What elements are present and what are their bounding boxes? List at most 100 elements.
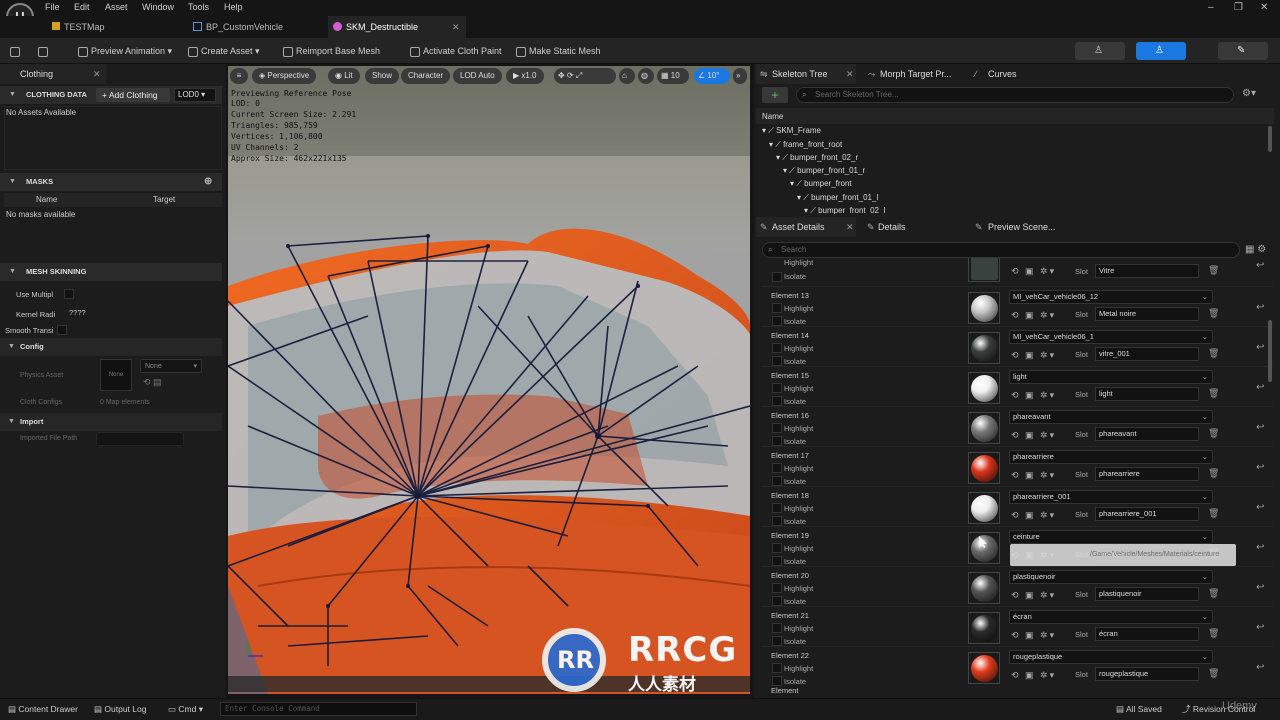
- isolate-checkbox[interactable]: [772, 316, 782, 326]
- trash-icon[interactable]: 🗑: [1208, 588, 1219, 599]
- slot-name-input[interactable]: écran: [1095, 627, 1199, 641]
- isolate-checkbox[interactable]: [772, 676, 782, 686]
- lod-auto-button[interactable]: LOD Auto: [453, 68, 502, 84]
- highlight-checkbox[interactable]: [772, 423, 782, 433]
- browse-asset-icon[interactable]: ⟲ ▤: [143, 377, 162, 388]
- create-asset-button[interactable]: Create Asset ▾: [188, 38, 260, 64]
- trash-icon[interactable]: 🗑: [1208, 668, 1219, 679]
- material-dropdown[interactable]: rougeplastique ⌄: [1009, 650, 1213, 664]
- tab-curves[interactable]: ⁄ Curves: [972, 64, 1052, 84]
- reset-icon[interactable]: ↩: [1256, 302, 1264, 313]
- material-dropdown[interactable]: écran ⌄: [1009, 610, 1213, 624]
- reset-icon[interactable]: ↩: [1256, 342, 1264, 353]
- material-action-icons[interactable]: ⟲ ▣ ✲▾: [1011, 430, 1056, 441]
- isolate-checkbox[interactable]: [772, 516, 782, 526]
- isolate-checkbox[interactable]: [772, 436, 782, 446]
- playback-speed-button[interactable]: ▶ x1.0: [506, 68, 544, 84]
- trash-icon[interactable]: 🗑: [1208, 508, 1219, 519]
- output-log-button[interactable]: ▤ Output Log: [94, 698, 146, 720]
- add-socket-button[interactable]: +: [762, 87, 788, 103]
- viewport-more-button[interactable]: »: [733, 68, 747, 84]
- add-clothing-button[interactable]: + Add Clothing: [96, 88, 170, 102]
- add-mask-icon[interactable]: ⊕: [204, 173, 212, 191]
- skeleton-mode-button[interactable]: ♙: [1075, 42, 1125, 60]
- tab-clothing[interactable]: Clothing ✕: [0, 64, 106, 84]
- world-local-button[interactable]: ◍: [638, 68, 654, 84]
- menu-window[interactable]: Window: [142, 2, 174, 12]
- menu-asset[interactable]: Asset: [105, 2, 128, 12]
- material-dropdown[interactable]: light ⌄: [1009, 370, 1213, 384]
- material-thumbnail[interactable]: [968, 258, 1000, 282]
- tab-details[interactable]: ✎ Details: [864, 217, 954, 237]
- preview-viewport[interactable]: ≡ ◈ Perspective ◉ Lit Show Character LOD…: [228, 66, 750, 694]
- use-multiple-checkbox[interactable]: [64, 289, 74, 299]
- reset-icon[interactable]: ↩: [1256, 462, 1264, 473]
- cmd-dropdown[interactable]: ▭ Cmd ▾: [168, 698, 203, 720]
- highlight-checkbox[interactable]: [772, 503, 782, 513]
- slot-name-input[interactable]: Vitre: [1095, 264, 1199, 278]
- highlight-checkbox[interactable]: [772, 543, 782, 553]
- restore-icon[interactable]: ❐: [1234, 2, 1243, 13]
- lod-dropdown[interactable]: LOD0 ▾: [174, 88, 216, 102]
- trash-icon[interactable]: 🗑: [1208, 468, 1219, 479]
- isolate-checkbox[interactable]: [772, 476, 782, 486]
- bone-row[interactable]: ▾ ⟋ bumper_front_01_l: [797, 193, 878, 203]
- bone-row[interactable]: ▾ ⟋ bumper_front: [790, 179, 852, 189]
- material-action-icons[interactable]: ⟲ ▣ ✲▾: [1011, 470, 1056, 481]
- physics-asset-dropdown[interactable]: None ▾: [140, 359, 202, 373]
- console-command-input[interactable]: Enter Console Command: [220, 702, 417, 716]
- isolate-checkbox[interactable]: [772, 636, 782, 646]
- slot-name-input[interactable]: rougeplastique: [1095, 667, 1199, 681]
- tab-asset-details[interactable]: ✎ Asset Details ✕: [756, 217, 856, 237]
- details-search-input[interactable]: ⌕ Search: [762, 242, 1240, 258]
- slot-name-input[interactable]: Metal noire: [1095, 307, 1199, 321]
- highlight-checkbox[interactable]: [772, 303, 782, 313]
- bone-row[interactable]: ▾ ⟋ bumper_front_02_r: [776, 153, 858, 163]
- material-thumbnail[interactable]: [968, 332, 1000, 364]
- tab-preview-scene[interactable]: ✎ Preview Scene...: [972, 217, 1082, 237]
- highlight-checkbox[interactable]: [772, 383, 782, 393]
- view-options-icon[interactable]: ▦ ⚙: [1245, 244, 1266, 255]
- bone-row[interactable]: ▾ ⟋ SKM_Frame: [762, 126, 821, 136]
- animation-mode-button[interactable]: ✎: [1218, 42, 1268, 60]
- details-scrollbar[interactable]: [1268, 320, 1272, 382]
- browse-icon[interactable]: [38, 38, 48, 64]
- reset-icon[interactable]: ↩: [1256, 662, 1264, 673]
- material-dropdown[interactable]: phareavant ⌄: [1009, 410, 1213, 424]
- material-thumbnail[interactable]: [968, 452, 1000, 484]
- material-dropdown[interactable]: MI_vehCar_vehicle06_1 ⌄: [1009, 330, 1213, 344]
- trash-icon[interactable]: 🗑: [1208, 348, 1219, 359]
- material-thumbnail[interactable]: [968, 532, 1000, 564]
- reset-icon[interactable]: ↩: [1256, 502, 1264, 513]
- material-thumbnail[interactable]: [968, 412, 1000, 444]
- slot-name-input[interactable]: pharearriere_001: [1095, 507, 1199, 521]
- trash-icon[interactable]: 🗑: [1208, 308, 1219, 319]
- masks-header[interactable]: ▼ MASKS ⊕: [0, 173, 222, 191]
- material-dropdown[interactable]: pharearriere_001 ⌄: [1009, 490, 1213, 504]
- material-thumbnail[interactable]: [968, 372, 1000, 404]
- slot-name-input[interactable]: vitre_001: [1095, 347, 1199, 361]
- snap-surface-button[interactable]: ⌂: [619, 68, 635, 84]
- rotation-snap-button[interactable]: ∠ 10°: [694, 68, 730, 84]
- tab-skeleton-tree[interactable]: ⇋ Skeleton Tree ✕: [756, 64, 856, 84]
- config-header[interactable]: ▼ Config: [0, 338, 222, 356]
- mesh-mode-button[interactable]: ♙: [1136, 42, 1186, 60]
- menu-tools[interactable]: Tools: [188, 2, 209, 12]
- lit-button[interactable]: ◉ Lit: [328, 68, 360, 84]
- highlight-checkbox[interactable]: [772, 623, 782, 633]
- slot-name-input[interactable]: pharearriere: [1095, 467, 1199, 481]
- reset-icon[interactable]: ↩: [1256, 382, 1264, 393]
- viewport-menu-button[interactable]: ≡: [230, 68, 248, 84]
- reset-icon[interactable]: ↩: [1256, 542, 1264, 553]
- activate-cloth-paint-button[interactable]: Activate Cloth Paint: [410, 38, 502, 64]
- material-action-icons[interactable]: ⟲ ▣ ✲▾: [1011, 510, 1056, 521]
- make-static-mesh-button[interactable]: Make Static Mesh: [516, 38, 601, 64]
- reimport-base-mesh-button[interactable]: Reimport Base Mesh: [283, 38, 380, 64]
- menu-help[interactable]: Help: [224, 2, 243, 12]
- save-icon[interactable]: [10, 38, 20, 64]
- minimize-icon[interactable]: –: [1208, 2, 1214, 13]
- reset-icon[interactable]: ↩: [1256, 422, 1264, 433]
- settings-gear-icon[interactable]: ⚙▾: [1242, 88, 1256, 99]
- close-tab-icon[interactable]: ✕: [93, 64, 101, 84]
- bone-row[interactable]: ▾ ⟋ bumper_front_02_l: [804, 206, 885, 214]
